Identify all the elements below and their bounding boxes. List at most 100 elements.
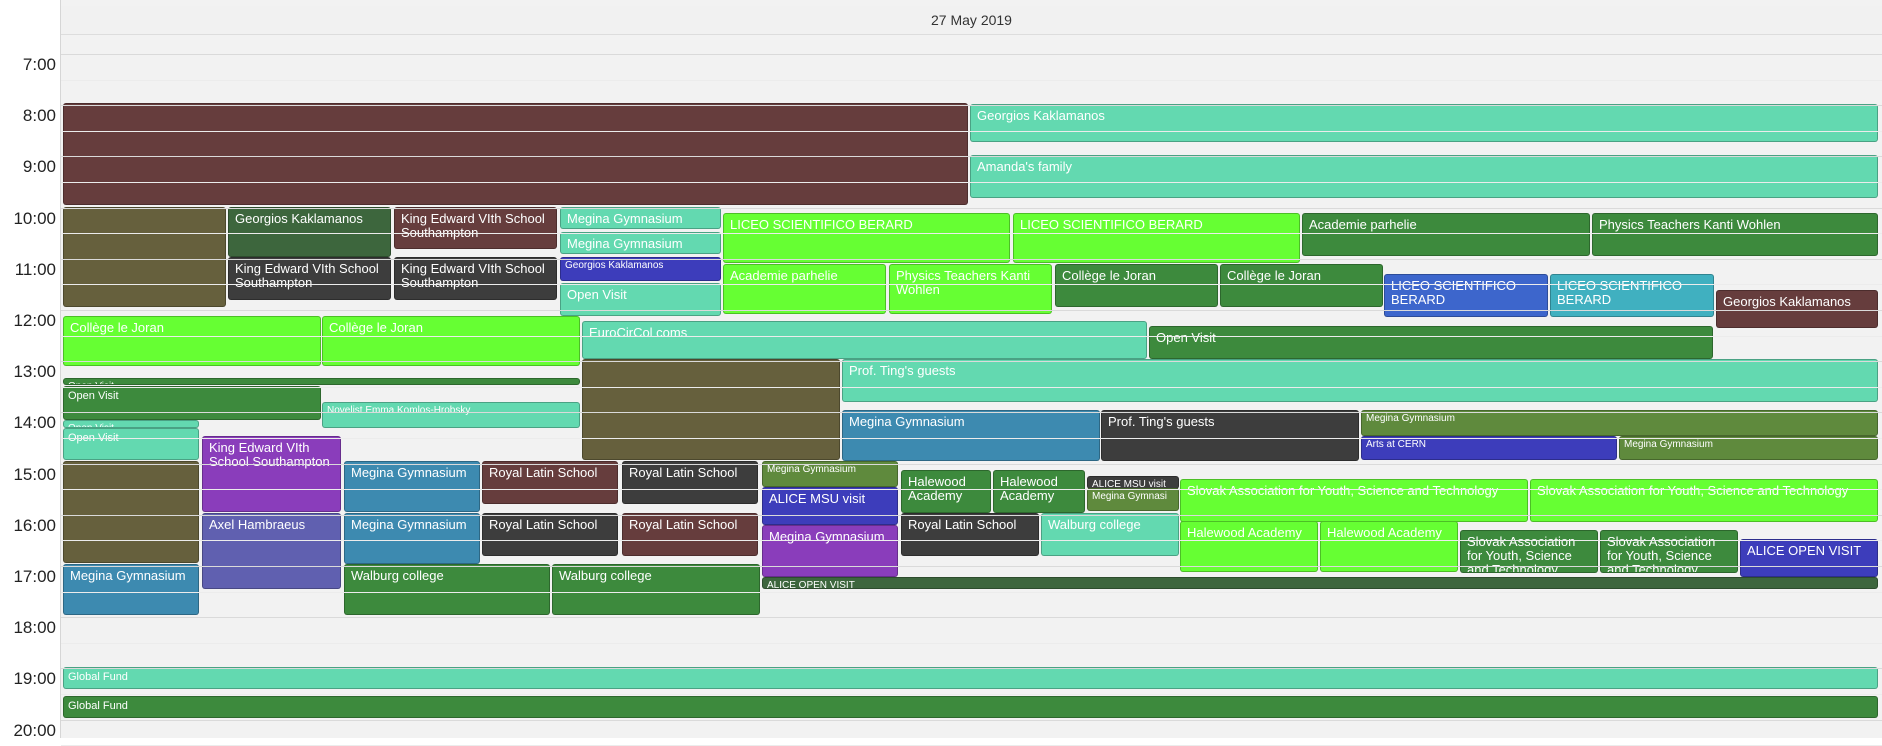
event-title: Halewood Academy (1327, 525, 1442, 540)
calendar-event[interactable]: King Edward VIth School Southampton (228, 257, 391, 300)
calendar-event[interactable]: King Edward VIth School Southampton (202, 436, 341, 512)
calendar-event[interactable]: Megina Gymnasium (560, 207, 721, 229)
hour-label: 11:00 (14, 259, 56, 279)
day-header: 27 May 2019 (61, 6, 1882, 35)
calendar-event[interactable]: Halewood Academy (901, 470, 991, 513)
hour-line (61, 412, 1882, 414)
calendar-event[interactable]: LICEO SCIENTIFICO BERARD (1013, 213, 1300, 263)
calendar-event[interactable]: Royal Latin School (482, 461, 618, 504)
calendar-event[interactable]: Walburg college (1041, 513, 1179, 556)
calendar-event[interactable]: Megina Gymnasium (842, 410, 1100, 461)
calendar-event[interactable]: Physics Teachers Kanti Wohlen (1592, 213, 1878, 256)
calendar-event[interactable]: ALICE OPEN VISIT (1740, 539, 1878, 577)
calendar-event[interactable]: Axel Hambraeus (202, 513, 341, 589)
calendar-event[interactable]: Halewood Academy (993, 470, 1085, 513)
calendar-event[interactable]: King Edward VIth School Southampton (394, 207, 557, 249)
hour-line (61, 566, 1882, 567)
calendar-event[interactable]: Academie parhelie (723, 264, 886, 314)
calendar-event[interactable]: Georgios Kaklamanos (228, 207, 391, 257)
hour-line (61, 617, 1882, 619)
calendar-event[interactable]: Megina Gymnasium (344, 513, 480, 564)
half-hour-line (61, 130, 1882, 132)
hour-line (61, 156, 1882, 158)
calendar-event[interactable]: ALICE MSU visit (762, 487, 898, 525)
hour-label: 18:00 (13, 618, 56, 638)
calendar-event[interactable]: Collège le Joran (1055, 264, 1218, 307)
calendar-event[interactable]: Open Visit (1149, 326, 1713, 359)
half-hour-line (61, 540, 1882, 542)
event-title: Global Fund (68, 700, 128, 712)
half-hour-line (61, 694, 1882, 695)
calendar-event[interactable]: Collège le Joran (1220, 264, 1383, 307)
calendar-event[interactable]: Open Visit (63, 386, 321, 420)
event-title: Open Visit (1156, 330, 1216, 345)
calendar-event[interactable]: Georgios Kaklamanos (1716, 290, 1878, 328)
event-title: Collège le Joran (70, 320, 164, 335)
calendar-event[interactable]: Novelist Emma Komlos-Hrobsky (322, 402, 580, 428)
calendar-event[interactable]: Collège le Joran (322, 316, 580, 366)
calendar-event[interactable]: Prof. Ting's guests (842, 359, 1878, 402)
calendar-event[interactable]: Open Visit (63, 420, 199, 428)
calendar-event[interactable]: Royal Latin School (622, 513, 758, 556)
hour-label: 12:00 (13, 311, 56, 330)
calendar-event[interactable]: Global Fund (63, 696, 1878, 718)
calendar-event[interactable]: Halewood Academy (1320, 521, 1458, 572)
calendar-event[interactable]: Royal Latin School (482, 513, 618, 556)
calendar-event[interactable] (63, 461, 199, 563)
calendar-event[interactable]: Royal Latin School (901, 513, 1039, 556)
calendar-event[interactable]: EuroCirCol coms (582, 321, 1147, 359)
event-title: Axel Hambraeus (209, 517, 306, 532)
calendar-event[interactable]: Collège le Joran (63, 316, 321, 366)
event-title: Megina Gymnasium (70, 568, 186, 583)
hour-line (61, 258, 1882, 260)
calendar-event[interactable]: Megina Gymnasium (762, 461, 898, 487)
hour-label: 15:00 (13, 464, 56, 484)
calendar-event[interactable] (582, 359, 840, 460)
event-title: Academie parhelie (730, 268, 838, 283)
calendar-event[interactable]: Walburg college (344, 564, 550, 615)
calendar-event[interactable]: Halewood Academy (1180, 521, 1318, 572)
calendar-event[interactable]: Prof. Ting's guests (1101, 410, 1359, 461)
event-title: Prof. Ting's guests (1108, 414, 1215, 429)
event-title: Global Fund (68, 671, 128, 683)
calendar-event[interactable]: Megina Gymnasium (344, 461, 480, 512)
calendar-event[interactable]: Open Visit (560, 283, 721, 316)
event-title: Academie parhelie (1309, 217, 1417, 232)
event-title: Megina Gymnasium (769, 529, 885, 544)
calendar-event[interactable]: ALICE OPEN VISIT (762, 577, 1878, 589)
event-title: LICEO SCIENTIFICO BERARD (730, 217, 913, 232)
calendar-event[interactable]: Georgios Kaklamanos (560, 257, 721, 281)
event-title: Open Visit (567, 287, 627, 302)
event-title: ALICE OPEN VISIT (1747, 543, 1862, 558)
calendar-event[interactable]: Georgios Kaklamanos (970, 104, 1878, 142)
event-title: Georgios Kaklamanos (235, 211, 363, 226)
hour-line (61, 514, 1882, 516)
calendar-event[interactable]: LICEO SCIENTIFICO BERARD (723, 213, 1010, 263)
calendar-event[interactable]: Megina Gymnasium (63, 564, 199, 615)
event-title: LICEO SCIENTIFICO BERARD (1391, 278, 1516, 307)
event-title: Megina Gymnasium (1366, 413, 1455, 424)
calendar-event[interactable]: King Edward VIth School Southampton (394, 257, 557, 300)
calendar-event[interactable]: Amanda's family (970, 155, 1878, 198)
event-title: Royal Latin School (489, 465, 598, 480)
calendar-event[interactable]: Physics Teachers Kanti Wohlen (889, 264, 1052, 314)
event-title: ALICE OPEN VISIT (767, 580, 855, 589)
calendar-event[interactable]: Arts at CERN (1361, 436, 1617, 460)
calendar-event[interactable]: Academie parhelie (1302, 213, 1590, 256)
calendar-event[interactable]: Megina Gymnasium (560, 232, 721, 254)
calendar-event[interactable]: Global Fund (63, 667, 1878, 689)
calendar-event[interactable]: Megina Gymnasium (1619, 436, 1878, 460)
half-hour-line (61, 591, 1882, 593)
calendar-event[interactable]: Open Visit (63, 428, 199, 460)
calendar-event[interactable]: Megina Gymnasium (1361, 410, 1878, 436)
calendar-event[interactable] (63, 103, 968, 205)
calendar-event[interactable]: Open Visit (63, 378, 580, 385)
event-title: Megina Gymnasium (567, 211, 683, 226)
calendar-event[interactable]: Royal Latin School (622, 461, 758, 504)
calendar-event[interactable]: Megina Gymnasium (762, 525, 898, 577)
calendar-event[interactable]: Megina Gymnasi (1087, 488, 1179, 511)
calendar-event[interactable]: Walburg college (552, 564, 760, 615)
hour-label: 7:00 (22, 55, 56, 74)
event-title: ALICE MSU visit (769, 491, 866, 506)
calendar-event[interactable] (63, 207, 226, 307)
